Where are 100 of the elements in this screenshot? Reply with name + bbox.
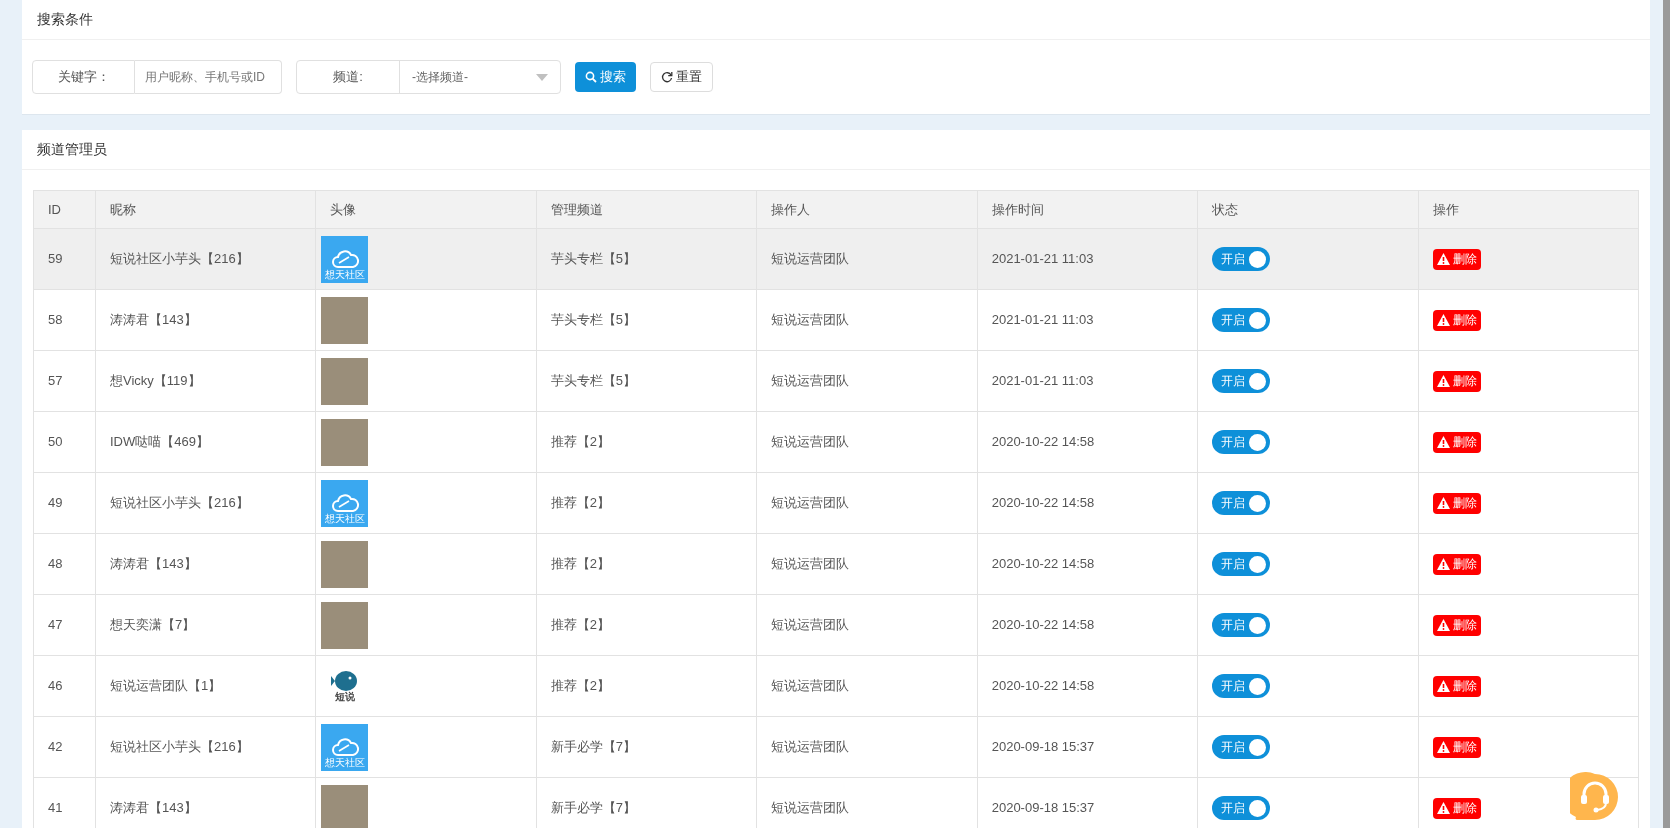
status-toggle[interactable]: 开启: [1212, 369, 1271, 393]
panel-title: 频道管理员: [37, 140, 107, 159]
table-cell: 涛涛君【143】: [95, 533, 316, 595]
photo-placeholder: [321, 784, 369, 828]
delete-button[interactable]: 删除: [1432, 370, 1481, 392]
field-label: 关键字：: [32, 60, 135, 94]
table-cell: 48: [33, 533, 96, 595]
table-cell: 推荐【2】: [536, 594, 757, 656]
warning-icon: [1436, 253, 1450, 265]
keyword-input[interactable]: 用户昵称、手机号或ID: [135, 60, 282, 94]
table-cell: 59: [33, 228, 96, 290]
photo-placeholder: [321, 357, 369, 405]
table-row[interactable]: 49 短说社区小芋头【216】 想天社区 推荐【2】 短说运营团队 2020-10-22 14:58 开启 删除: [33, 472, 1639, 534]
column-header: 昵称: [95, 190, 316, 229]
status-toggle[interactable]: 开启: [1212, 308, 1271, 332]
table-cell: 短说运营团队: [756, 350, 978, 412]
status-toggle[interactable]: 开启: [1212, 247, 1271, 271]
status-toggle[interactable]: 开启: [1212, 796, 1271, 820]
table-cell: 2020-10-22 14:58: [977, 655, 1198, 717]
table-cell: 57: [33, 350, 96, 412]
table-cell: 2020-10-22 14:58: [977, 411, 1198, 473]
photo-placeholder: [321, 540, 369, 588]
warning-icon: [1436, 619, 1450, 631]
table-row[interactable]: 48 涛涛君【143】 推荐【2】 短说运营团队 2020-10-22 14:58 开启 删除: [33, 533, 1639, 595]
table-row[interactable]: 59 短说社区小芋头【216】 想天社区 芋头专栏【5】 短说运营团队 2021-01-21 11:03 开启 删除: [33, 228, 1639, 290]
table-row[interactable]: 42 短说社区小芋头【216】 想天社区 新手必学【7】 短说运营团队 2020-09-18 15:37 开启 删除: [33, 716, 1639, 778]
column-header: 头像: [315, 190, 537, 229]
table-cell: 推荐【2】: [536, 472, 757, 534]
status-toggle[interactable]: 开启: [1212, 613, 1271, 637]
delete-button[interactable]: 删除: [1432, 248, 1481, 270]
table-cell: 短说运营团队: [756, 472, 978, 534]
column-header: 操作时间: [977, 190, 1198, 229]
table-row[interactable]: 58 涛涛君【143】 芋头专栏【5】 短说运营团队 2021-01-21 11:03 开启 删除: [33, 289, 1639, 351]
warning-icon: [1436, 314, 1450, 326]
column-header: 管理频道: [536, 190, 757, 229]
delete-button[interactable]: 删除: [1432, 492, 1481, 514]
reset-button[interactable]: 重置: [650, 62, 713, 92]
table-cell: 推荐【2】: [536, 411, 757, 473]
column-header: 操作: [1418, 190, 1639, 229]
table-cell: 2020-10-22 14:58: [977, 472, 1198, 534]
delete-button[interactable]: 删除: [1432, 614, 1481, 636]
table-cell: 短说社区小芋头【216】: [95, 228, 316, 290]
table-cell: 46: [33, 655, 96, 717]
table-cell: 2021-01-21 11:03: [977, 228, 1198, 290]
photo-placeholder: [321, 601, 369, 649]
photo-placeholder: [321, 418, 369, 466]
table-cell: 推荐【2】: [536, 533, 757, 595]
table-cell: 芋头专栏【5】: [536, 228, 757, 290]
table-cell: 41: [33, 777, 96, 828]
status-toggle[interactable]: 开启: [1212, 674, 1271, 698]
table-cell: 想Vicky【119】: [95, 350, 316, 412]
table-row[interactable]: 47 想天奕潇【7】 推荐【2】 短说运营团队 2020-10-22 14:58 开启 删除: [33, 594, 1639, 656]
column-header: 状态: [1197, 190, 1419, 229]
table-row[interactable]: 46 短说运营团队【1】 短说 推荐【2】 短说运营团队 2020-10-22 14:58 开启 删除: [33, 655, 1639, 717]
table-cell: 新手必学【7】: [536, 716, 757, 778]
status-toggle[interactable]: 开启: [1212, 430, 1271, 454]
delete-button[interactable]: 删除: [1432, 309, 1481, 331]
table-cell: 47: [33, 594, 96, 656]
column-header: 操作人: [756, 190, 978, 229]
warning-icon: [1436, 741, 1450, 753]
search-button[interactable]: 搜索: [575, 62, 636, 92]
table-cell: 短说社区小芋头【216】: [95, 472, 316, 534]
cloud-logo-avatar: 想天社区: [321, 235, 369, 283]
column-header: ID: [33, 190, 96, 229]
table-cell: 2021-01-21 11:03: [977, 350, 1198, 412]
table-cell: 2020-10-22 14:58: [977, 594, 1198, 656]
table-cell: 短说运营团队: [756, 289, 978, 351]
status-toggle[interactable]: 开启: [1212, 552, 1271, 576]
table-cell: 推荐【2】: [536, 655, 757, 717]
table-cell: 短说运营团队: [756, 655, 978, 717]
delete-button[interactable]: 删除: [1432, 553, 1481, 575]
warning-icon: [1436, 680, 1450, 692]
table-cell: 2021-01-21 11:03: [977, 289, 1198, 351]
photo-placeholder: [321, 296, 369, 344]
table-cell: IDW哒喵【469】: [95, 411, 316, 473]
table-cell: 短说运营团队: [756, 594, 978, 656]
warning-icon: [1436, 375, 1450, 387]
table-cell: 芋头专栏【5】: [536, 289, 757, 351]
table-cell: 短说运营团队: [756, 228, 978, 290]
table-cell: 短说运营团队: [756, 533, 978, 595]
table-cell: 58: [33, 289, 96, 351]
table-row[interactable]: 57 想Vicky【119】 芋头专栏【5】 短说运营团队 2021-01-21 11:03 开启 删除: [33, 350, 1639, 412]
table-cell: 短说社区小芋头【216】: [95, 716, 316, 778]
cloud-logo-avatar: 想天社区: [321, 479, 369, 527]
table-cell: 想天奕潇【7】: [95, 594, 316, 656]
cloud-logo-avatar: 想天社区: [321, 723, 369, 771]
customer-service-icon[interactable]: [1570, 772, 1620, 822]
table-row[interactable]: 41 涛涛君【143】 新手必学【7】 短说运营团队 2020-09-18 15:37 开启 删除: [33, 777, 1639, 828]
warning-icon: [1436, 802, 1450, 814]
warning-icon: [1436, 497, 1450, 509]
table-cell: 50: [33, 411, 96, 473]
delete-button[interactable]: 删除: [1432, 797, 1481, 819]
status-toggle[interactable]: 开启: [1212, 735, 1271, 759]
status-toggle[interactable]: 开启: [1212, 491, 1271, 515]
delete-button[interactable]: 删除: [1432, 431, 1481, 453]
delete-button[interactable]: 删除: [1432, 736, 1481, 758]
warning-icon: [1436, 436, 1450, 448]
delete-button[interactable]: 删除: [1432, 675, 1481, 697]
table-row[interactable]: 50 IDW哒喵【469】 推荐【2】 短说运营团队 2020-10-22 14:58 开启 删除: [33, 411, 1639, 473]
table-cell: 涛涛君【143】: [95, 289, 316, 351]
